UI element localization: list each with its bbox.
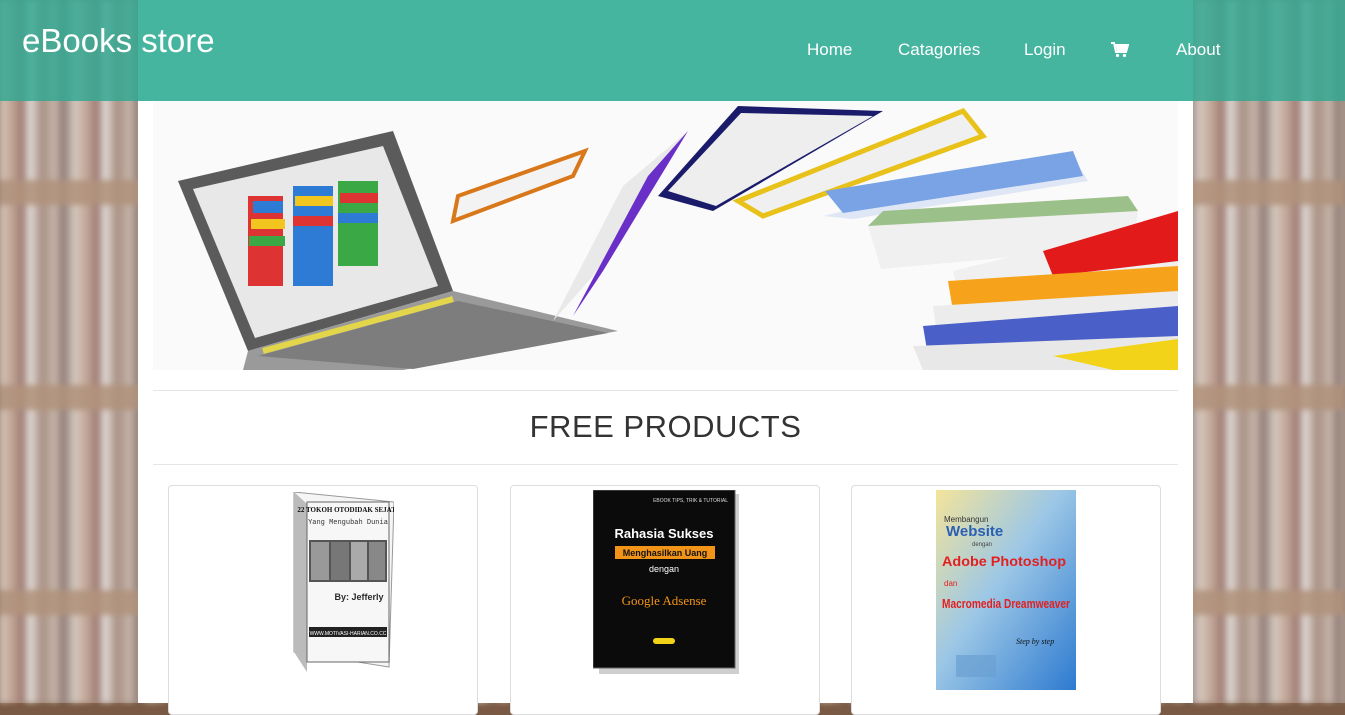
product-cover-1[interactable]: 22 TOKOH OTODIDAK SEJATI Yang Mengubah D… [249,492,394,682]
nav-about[interactable]: About [1176,40,1220,60]
svg-text:By: Jefferly: By: Jefferly [334,592,383,602]
product-card-3[interactable]: Membangun Website dengan Adobe Photoshop… [851,485,1161,715]
svg-text:Yang Mengubah Dunia: Yang Mengubah Dunia [308,519,388,527]
divider-top [153,390,1178,391]
product-card-1[interactable]: 22 TOKOH OTODIDAK SEJATI Yang Mengubah D… [168,485,478,715]
product-card-2[interactable]: EBOOK TIPS, TRIK & TUTORIAL Rahasia Suks… [510,485,820,715]
svg-text:dan: dan [944,579,957,588]
main-container: FREE PRODUCTS 22 TOKOH OTODIDAK SEJATI Y… [138,101,1193,715]
main-nav: Home Catagories Login About [0,40,1345,62]
hero-banner-image [153,101,1178,370]
product-cover-2[interactable]: EBOOK TIPS, TRIK & TUTORIAL Rahasia Suks… [593,490,741,675]
shopping-cart-icon[interactable] [1111,42,1129,58]
svg-text:WWW.MOTIVASI-HARIAN.CO.CC: WWW.MOTIVASI-HARIAN.CO.CC [310,631,387,637]
svg-text:Menghasilkan Uang: Menghasilkan Uang [623,548,708,558]
nav-login[interactable]: Login [1024,40,1066,60]
nav-home[interactable]: Home [807,40,852,60]
svg-text:Google Adsense: Google Adsense [622,593,707,608]
svg-text:dengan: dengan [649,564,679,574]
svg-text:Website: Website [946,523,1003,540]
nav-catagories[interactable]: Catagories [898,40,980,60]
svg-text:Adobe Photoshop: Adobe Photoshop [942,553,1066,569]
product-cover-3[interactable]: Membangun Website dengan Adobe Photoshop… [936,490,1078,692]
svg-text:EBOOK TIPS, TRIK & TUTORIAL: EBOOK TIPS, TRIK & TUTORIAL [653,498,728,504]
svg-text:Rahasia Sukses: Rahasia Sukses [614,526,713,541]
svg-text:dengan: dengan [972,542,992,548]
divider-bottom [153,464,1178,465]
section-title: FREE PRODUCTS [529,409,802,444]
svg-text:Macromedia Dreamweaver: Macromedia Dreamweaver [942,596,1070,611]
svg-text:22 TOKOH OTODIDAK SEJATI: 22 TOKOH OTODIDAK SEJATI [297,506,394,514]
svg-text:Step by step: Step by step [1016,637,1054,646]
navbar: eBooks store Home Catagories Login About [0,0,1345,101]
